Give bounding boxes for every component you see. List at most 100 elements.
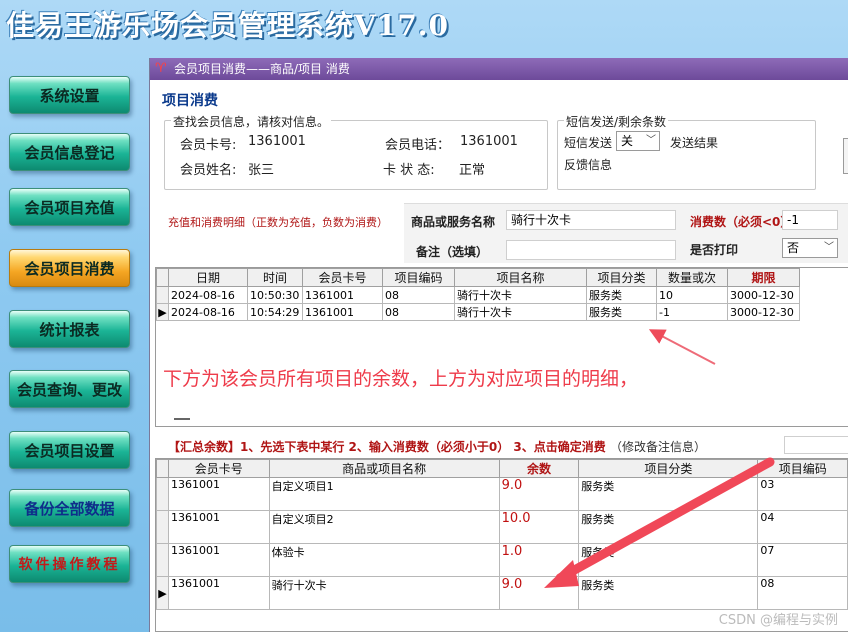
detail-header-row: 日期 时间 会员卡号 项目编码 项目名称 项目分类 数量或次 期限 — [156, 268, 800, 287]
summary-instructions: 【汇总余数】1、先选下表中某行 2、输入消费数（必须小于0） 3、点击确定消费 … — [168, 438, 706, 455]
card-label: 会员卡号: — [180, 138, 237, 153]
cell: 9.0 — [498, 477, 580, 511]
app-logo-icon: ♈ — [155, 61, 167, 76]
side-button[interactable] — [843, 138, 848, 174]
status-value: 正常 — [459, 163, 486, 178]
cell: 服务类 — [586, 303, 657, 321]
row-selector[interactable] — [156, 477, 169, 511]
col-header[interactable]: 期限 — [727, 268, 800, 287]
cell: 07 — [757, 543, 848, 577]
sms-send-value: 关 — [621, 134, 634, 148]
table-row[interactable]: ▶ 2024-08-16 10:54:29 1361001 08 骑行十次卡 服… — [156, 303, 800, 321]
row-selector[interactable] — [156, 510, 169, 544]
app-title: 佳易王游乐场会员管理系统V17.0 — [6, 9, 449, 42]
sms-send-select[interactable]: 关 ﹀ — [616, 131, 660, 151]
balance-grid[interactable]: 会员卡号 商品或项目名称 余数 项目分类 项目编码 1361001 自定义项目1… — [155, 458, 848, 632]
sidebar-item-reports[interactable]: 统计报表 — [9, 310, 130, 348]
summary-note: （修改备注信息） — [609, 440, 706, 454]
cell: 服务类 — [578, 543, 759, 577]
print-label: 是否打印 — [690, 243, 739, 257]
name-value: 张三 — [248, 163, 275, 178]
scroll-indicator[interactable] — [174, 418, 190, 420]
card-value: 1361001 — [248, 134, 306, 149]
cell: 骑行十次卡 — [454, 303, 587, 321]
table-row[interactable]: 1361001 体验卡 1.0 服务类 07 — [156, 543, 848, 577]
cell: 服务类 — [578, 510, 759, 544]
balance-header-row: 会员卡号 商品或项目名称 余数 项目分类 项目编码 — [156, 459, 848, 478]
consume-window: ♈ 会员项目消费——商品/项目 消费 项目消费 查找会员信息，请核对信息。 会员… — [149, 58, 848, 632]
table-row[interactable]: 2024-08-16 10:50:30 1361001 08 骑行十次卡 服务类… — [156, 286, 800, 304]
col-header[interactable]: 时间 — [247, 268, 303, 287]
cell: 1361001 — [167, 510, 270, 544]
cell: 08 — [757, 576, 848, 610]
sidebar-item-item-settings[interactable]: 会员项目设置 — [9, 431, 130, 469]
detail-table: 日期 时间 会员卡号 项目编码 项目名称 项目分类 数量或次 期限 2024-0… — [156, 268, 800, 321]
chevron-down-icon: ﹀ — [824, 242, 834, 253]
col-header[interactable]: 项目名称 — [454, 268, 587, 287]
col-header[interactable]: 项目分类 — [578, 459, 759, 478]
cell: 04 — [757, 510, 848, 544]
cell: 2024-08-16 — [168, 286, 248, 304]
col-header[interactable]: 余数 — [498, 459, 580, 478]
name-label: 会员姓名: — [180, 163, 237, 178]
sidebar-item-member-consume[interactable]: 会员项目消费 — [9, 249, 130, 287]
summary-text: 【汇总余数】1、先选下表中某行 2、输入消费数（必须小于0） 3、点击确定消费 — [168, 440, 606, 454]
table-row[interactable]: 1361001 自定义项目1 9.0 服务类 03 — [156, 477, 848, 511]
sidebar-item-member-recharge[interactable]: 会员项目充值 — [9, 188, 130, 226]
qty-label: 消费数（必须<0） — [690, 215, 793, 229]
detail-hint: 充值和消费明细（正数为充值，负数为消费） — [168, 216, 388, 229]
phone-value: 1361001 — [460, 134, 518, 149]
cell: 1361001 — [167, 543, 270, 577]
cell: 体验卡 — [268, 543, 500, 577]
window-title: 会员项目消费——商品/项目 消费 — [174, 62, 350, 76]
col-header[interactable]: 会员卡号 — [167, 459, 270, 478]
sidebar-item-tutorial[interactable]: 软件操作教程 — [9, 545, 130, 583]
print-value: 否 — [787, 241, 800, 255]
row-pointer-icon[interactable]: ▶ — [156, 303, 169, 321]
print-select[interactable]: 否 ﹀ — [782, 238, 838, 258]
member-info-legend: 查找会员信息，请核对信息。 — [171, 113, 332, 130]
row-selector[interactable] — [156, 543, 169, 577]
table-row[interactable]: ▶ 1361001 骑行十次卡 9.0 服务类 08 — [156, 576, 848, 610]
cell: 自定义项目1 — [268, 477, 500, 511]
detail-grid[interactable]: 日期 时间 会员卡号 项目编码 项目名称 项目分类 数量或次 期限 2024-0… — [155, 267, 848, 427]
cell: 10:54:29 — [247, 303, 303, 321]
cell: 03 — [757, 477, 848, 511]
cell: 1361001 — [302, 303, 383, 321]
chevron-down-icon: ﹀ — [646, 135, 656, 146]
col-header[interactable]: 日期 — [168, 268, 248, 287]
sidebar-item-backup[interactable]: 备份全部数据 — [9, 489, 130, 527]
sidebar-item-member-query[interactable]: 会员查询、更改 — [9, 370, 130, 408]
cell: 1.0 — [498, 543, 580, 577]
sms-result-label: 发送结果 — [670, 136, 719, 150]
sms-send-label: 短信发送 — [564, 136, 613, 150]
window-titlebar[interactable]: ♈ 会员项目消费——商品/项目 消费 — [150, 58, 848, 80]
remark-edit-input[interactable] — [784, 436, 848, 454]
sms-legend: 短信发送/剩余条数 — [564, 113, 669, 130]
annotation-text: 下方为该会员所有项目的余数，上方为对应项目的明细， — [163, 368, 639, 390]
sidebar-item-member-register[interactable]: 会员信息登记 — [9, 133, 130, 171]
col-header[interactable]: 会员卡号 — [302, 268, 383, 287]
table-row[interactable]: 1361001 自定义项目2 10.0 服务类 04 — [156, 510, 848, 544]
sidebar-item-system-settings[interactable]: 系统设置 — [9, 76, 130, 114]
cell: 骑行十次卡 — [268, 576, 500, 610]
col-header[interactable]: 项目分类 — [586, 268, 657, 287]
row-pointer-icon[interactable]: ▶ — [156, 576, 169, 610]
remark-label: 备注（选填） — [416, 245, 489, 259]
balance-table: 会员卡号 商品或项目名称 余数 项目分类 项目编码 1361001 自定义项目1… — [156, 459, 848, 610]
item-label: 商品或服务名称 — [411, 215, 496, 229]
remark-input[interactable] — [506, 240, 676, 260]
row-selector[interactable] — [156, 286, 169, 304]
col-header[interactable]: 项目编码 — [382, 268, 455, 287]
qty-input[interactable]: -1 — [782, 210, 838, 230]
col-header[interactable]: 数量或次 — [656, 268, 728, 287]
item-name-input[interactable]: 骑行十次卡 — [506, 210, 676, 230]
col-header[interactable]: 商品或项目名称 — [268, 459, 500, 478]
row-header-corner — [156, 459, 169, 478]
row-header-corner — [156, 268, 169, 287]
col-header[interactable]: 项目编码 — [757, 459, 848, 478]
cell: 08 — [382, 286, 455, 304]
cell: -1 — [656, 303, 728, 321]
cell: 服务类 — [578, 576, 759, 610]
cell: 3000-12-30 — [727, 286, 800, 304]
